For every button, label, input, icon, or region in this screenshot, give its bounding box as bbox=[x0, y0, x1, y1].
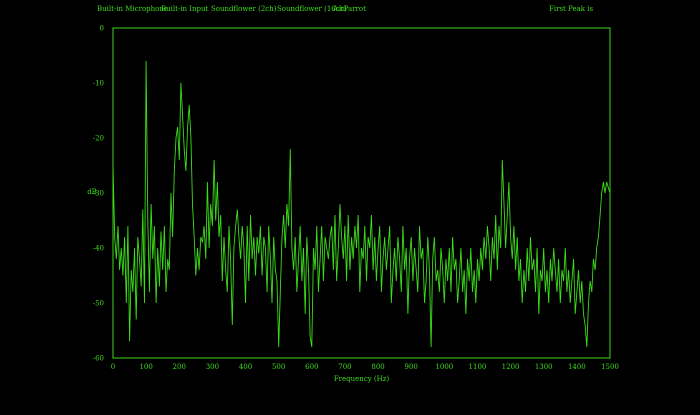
x-tick-label: 1200 bbox=[502, 363, 520, 371]
y-tick-label: -60 bbox=[93, 355, 104, 363]
axis-ticks: 0 100 200 300 400 500 600 700 800 900 1000 1100 1200… bbox=[93, 25, 619, 372]
y-tick-label: -40 bbox=[93, 245, 104, 253]
x-tick-label: 700 bbox=[338, 363, 351, 371]
spectrum-chart: 0 100 200 300 400 500 600 700 800 900 1000 1100 1200… bbox=[87, 25, 619, 384]
x-tick-label: 200 bbox=[173, 363, 186, 371]
y-axis-label: dB bbox=[87, 188, 97, 196]
x-tick-label: 1300 bbox=[535, 363, 553, 371]
y-tick-label: 0 bbox=[100, 25, 104, 33]
y-tick-label: -50 bbox=[93, 300, 104, 308]
spectrum-line bbox=[112, 60, 611, 348]
x-tick-label: 900 bbox=[405, 363, 418, 371]
x-tick-label: 0 bbox=[111, 363, 115, 371]
x-tick-label: 300 bbox=[206, 363, 219, 371]
plot-frame bbox=[112, 27, 611, 359]
x-tick-label: 800 bbox=[371, 363, 384, 371]
x-tick-label: 1000 bbox=[435, 363, 453, 371]
x-tick-label: 500 bbox=[272, 363, 285, 371]
x-tick-label: 1400 bbox=[568, 363, 586, 371]
x-tick-label: 600 bbox=[305, 363, 318, 371]
y-tick-label: -10 bbox=[93, 80, 104, 88]
x-axis-label: Frequency (Hz) bbox=[334, 375, 390, 383]
x-tick-label: 1100 bbox=[469, 363, 487, 371]
y-tick-label: -20 bbox=[93, 135, 104, 143]
x-tick-label: 100 bbox=[139, 363, 152, 371]
x-tick-label: 400 bbox=[239, 363, 252, 371]
x-tick-label: 1500 bbox=[601, 363, 619, 371]
